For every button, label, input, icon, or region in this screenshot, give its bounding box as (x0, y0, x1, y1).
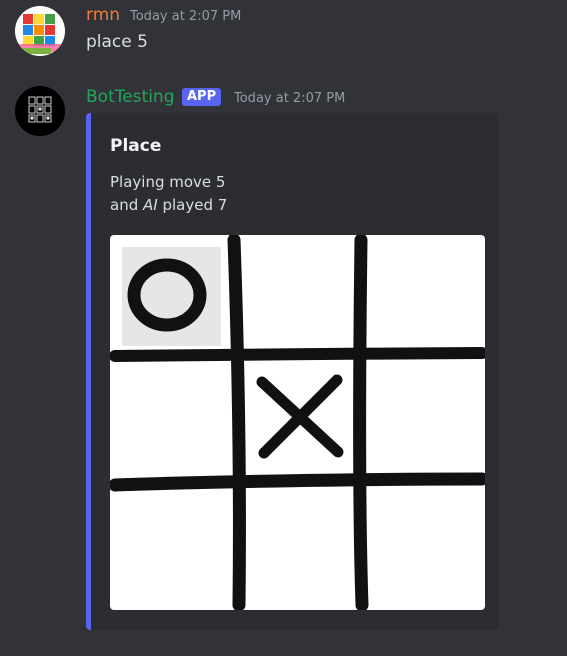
embed-title: Place (110, 136, 162, 156)
embed-description: Playing move 5 and AI played 7 (110, 171, 227, 217)
mark-x-cell-5 (256, 374, 344, 459)
grid-line-horizontal-1 (110, 347, 485, 362)
grid-line-vertical-1 (227, 235, 246, 610)
tictactoe-board (110, 235, 485, 610)
avatar-rmn[interactable] (15, 6, 65, 56)
embed-line-ai: and AI played 7 (110, 194, 227, 217)
embed-line-ai-prefix: and (110, 196, 143, 214)
message-text-rmn: place 5 (86, 32, 148, 52)
author-name-bottesting[interactable]: BotTesting (86, 87, 175, 107)
tictactoe-board-image[interactable] (110, 235, 485, 610)
embed-line-ai-emphasis: AI (143, 196, 158, 214)
timestamp-bottesting: Today at 2:07 PM (234, 91, 346, 106)
grid-line-horizontal-2 (110, 472, 485, 492)
embed-line-move: Playing move 5 (110, 173, 226, 191)
avatar-bottesting[interactable] (15, 86, 65, 136)
grid-line-vertical-2 (353, 235, 369, 610)
embed-card: Place Playing move 5 and AI played 7 (86, 113, 499, 630)
timestamp-rmn: Today at 2:07 PM (130, 9, 242, 24)
app-badge: APP (182, 88, 222, 106)
embed-line-ai-suffix: played 7 (157, 196, 228, 214)
author-name-rmn[interactable]: rmn (86, 5, 120, 25)
